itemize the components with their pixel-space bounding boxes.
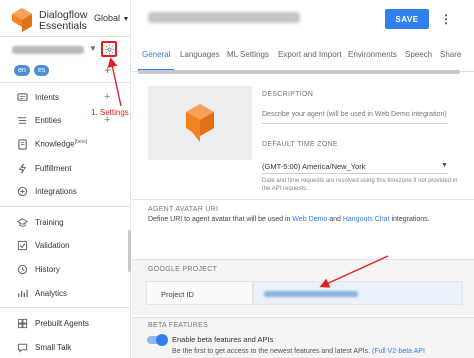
sidebar-item-label: Integrations — [35, 186, 77, 196]
chat-icon — [16, 91, 28, 103]
divider — [0, 36, 130, 37]
agent-title — [148, 12, 300, 23]
project-id-text — [264, 291, 358, 297]
project-id-label: Project ID — [146, 281, 253, 305]
timezone-select[interactable]: (GMT-5:00) America/New_York — [262, 162, 366, 171]
tabs-scrollbar[interactable] — [138, 70, 460, 74]
region-label: Global — [94, 13, 121, 23]
brand-name: Dialogflow Essentials — [39, 10, 87, 32]
prebuilt-icon — [16, 317, 28, 329]
sidebar-item-label: Validation — [35, 240, 70, 250]
description-input[interactable]: Describe your agent (will be used in Web… — [262, 111, 447, 118]
region-selector[interactable]: Global ▼ — [94, 13, 129, 23]
tab-export-import[interactable]: Export and Import — [278, 50, 342, 59]
history-icon — [16, 263, 28, 275]
check-icon — [16, 239, 28, 251]
beta-toggle-label: Enable beta features and APIs — [172, 335, 274, 344]
save-button[interactable]: SAVE — [385, 9, 429, 29]
sidebar-item-label: Training — [35, 217, 64, 227]
sidebar-item-validation[interactable]: Validation — [0, 236, 128, 254]
toggle-knob — [156, 334, 168, 346]
language-chip-es[interactable]: es — [34, 65, 50, 76]
bolt-icon — [16, 162, 28, 174]
brand-line-2: Essentials — [39, 20, 87, 32]
sidebar-item-label: Fulfillment — [35, 163, 72, 173]
add-language-icon[interactable]: + — [104, 63, 111, 77]
timezone-underline — [262, 173, 448, 174]
gear-icon — [104, 44, 114, 54]
sidebar-item-analytics[interactable]: Analytics — [0, 284, 128, 302]
timezone-label: DEFAULT TIME ZONE — [262, 141, 338, 148]
tab-general[interactable]: General — [142, 50, 170, 59]
sidebar: Dialogflow Essentials Global ▼ ▼ en es +… — [0, 0, 131, 358]
sidebar-item-fulfillment[interactable]: Fulfillment — [0, 159, 128, 177]
timezone-help-text: Date and time requests are resolved usin… — [262, 178, 458, 192]
settings-tabs: General Languages ML Settings Export and… — [132, 44, 474, 72]
sidebar-item-prebuilt-agents[interactable]: Prebuilt Agents — [0, 314, 128, 332]
beta-tag: [beta] — [74, 139, 88, 146]
knowledge-icon — [16, 138, 28, 150]
sidebar-item-label: Small Talk — [35, 342, 72, 352]
tab-ml-settings[interactable]: ML Settings — [227, 50, 269, 59]
web-demo-link[interactable]: Web Demo — [292, 216, 327, 223]
caret-down-icon: ▼ — [122, 16, 130, 23]
add-intent-icon[interactable]: + — [104, 91, 110, 103]
tab-share[interactable]: Share — [440, 50, 461, 59]
agent-name[interactable] — [12, 46, 84, 54]
sidebar-item-label: Entities — [35, 115, 62, 125]
sidebar-item-label: History — [35, 264, 60, 274]
smalltalk-icon — [16, 341, 28, 353]
sidebar-item-training[interactable]: Training — [0, 213, 128, 231]
beta-features-heading: BETA FEATURES — [148, 322, 209, 329]
google-project-heading: GOOGLE PROJECT — [148, 266, 218, 273]
language-chip-en[interactable]: en — [14, 65, 30, 76]
project-id-value[interactable] — [253, 281, 463, 305]
v2-beta-api-link[interactable]: (Full V2-beta API — [372, 348, 425, 355]
caret-down-icon[interactable]: ▼ — [441, 162, 448, 169]
tab-environments[interactable]: Environments — [348, 50, 397, 59]
sidebar-item-small-talk[interactable]: Small Talk — [0, 338, 128, 356]
sidebar-item-knowledge[interactable]: Knowledge[beta] — [0, 135, 128, 153]
description-underline — [262, 123, 448, 124]
tab-languages[interactable]: Languages — [180, 50, 220, 59]
sidebar-scrollbar[interactable] — [128, 230, 131, 272]
entities-icon — [16, 114, 28, 126]
more-vert-icon[interactable]: ⋮ — [438, 10, 454, 28]
settings-annotation-label: 1. Settings — [91, 108, 129, 117]
divider — [0, 82, 130, 83]
divider — [0, 206, 130, 207]
agent-avatar-heading: AGENT AVATAR URI — [148, 206, 219, 213]
beta-note: Be the first to get access to the newest… — [172, 348, 425, 355]
main-panel: SAVE ⋮ General Languages ML Settings Exp… — [132, 0, 474, 358]
beta-features-toggle[interactable] — [147, 334, 168, 346]
agent-caret-down-icon[interactable]: ▼ — [89, 44, 97, 53]
sidebar-item-label: Prebuilt Agents — [35, 318, 89, 328]
integrations-icon — [16, 185, 28, 197]
tab-speech[interactable]: Speech — [405, 50, 432, 59]
agent-avatar-upload[interactable] — [148, 86, 252, 160]
analytics-icon — [16, 287, 28, 299]
sidebar-item-label: Intents — [35, 92, 60, 102]
hangouts-chat-link[interactable]: Hangouts Chat — [343, 216, 390, 223]
dialogflow-logo-icon — [12, 8, 32, 32]
training-icon — [16, 216, 28, 228]
agent-avatar-description: Define URI to agent avatar that will be … — [148, 216, 430, 223]
description-label: DESCRIPTION — [262, 91, 314, 98]
sidebar-item-label: Analytics — [35, 288, 68, 298]
dialogflow-agent-icon — [186, 104, 214, 142]
settings-gear-button[interactable] — [101, 41, 117, 57]
sidebar-item-label: Knowledge — [35, 139, 75, 149]
sidebar-item-history[interactable]: History — [0, 260, 128, 278]
sidebar-item-integrations[interactable]: Integrations — [0, 182, 128, 200]
divider — [0, 307, 130, 308]
